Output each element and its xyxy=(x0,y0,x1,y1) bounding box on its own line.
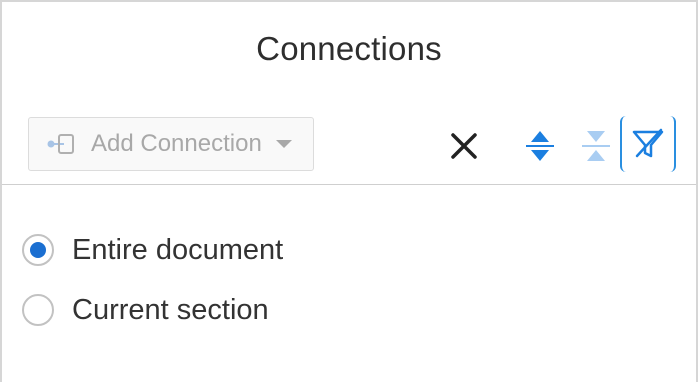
close-icon xyxy=(451,133,477,159)
toolbar: Add Connection xyxy=(2,114,696,174)
close-button[interactable] xyxy=(444,126,484,166)
radio-button-selected[interactable] xyxy=(22,234,54,266)
add-connection-label: Add Connection xyxy=(91,130,262,157)
add-connection-button[interactable]: Add Connection xyxy=(28,117,314,171)
connections-panel: Connections Add Connection Entire docume… xyxy=(0,0,698,382)
filter-toggle-button[interactable] xyxy=(620,116,676,172)
scope-option-current-section[interactable]: Current section xyxy=(22,284,283,336)
scope-option-label: Current section xyxy=(72,293,269,326)
expand-all-button[interactable] xyxy=(518,124,562,168)
scope-option-label: Entire document xyxy=(72,233,284,266)
collapse-all-icon xyxy=(582,131,610,161)
collapse-all-button[interactable] xyxy=(576,124,616,168)
expand-all-icon xyxy=(526,131,554,161)
filter-off-icon xyxy=(632,128,664,158)
toolbar-divider xyxy=(2,184,696,185)
radio-button[interactable] xyxy=(22,294,54,326)
scope-option-entire-document[interactable]: Entire document xyxy=(22,224,283,276)
panel-title: Connections xyxy=(256,30,442,67)
scope-radio-group: Entire document Current section xyxy=(22,224,283,344)
radio-dot xyxy=(30,242,46,258)
chevron-down-icon xyxy=(275,140,292,148)
connection-icon xyxy=(45,129,79,159)
